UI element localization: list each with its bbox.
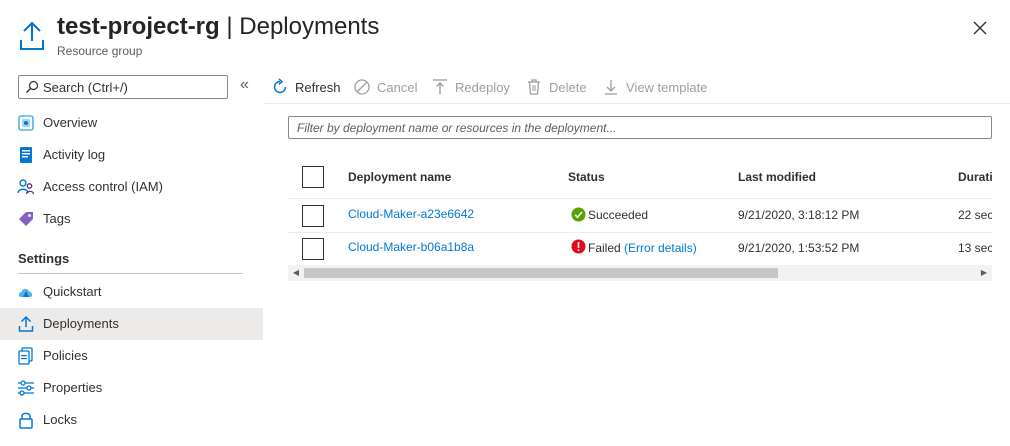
status-label: Failed xyxy=(588,241,621,255)
search-icon xyxy=(26,80,39,93)
redeploy-label: Redeploy xyxy=(455,80,510,95)
sidebar-item-quickstart[interactable]: Quickstart xyxy=(0,276,263,308)
view-template-label: View template xyxy=(626,80,708,95)
settings-heading: Settings xyxy=(18,251,70,266)
deployment-filter[interactable] xyxy=(288,116,992,139)
sidebar-item-policies[interactable]: Policies xyxy=(0,340,263,372)
row-checkbox[interactable] xyxy=(302,205,324,227)
row-checkbox[interactable] xyxy=(302,238,324,260)
duration-cell: 13 seconds xyxy=(958,241,992,255)
download-icon xyxy=(605,80,617,95)
deployment-name-link[interactable]: Cloud-Maker-b06a1b8a xyxy=(348,240,474,254)
close-icon[interactable] xyxy=(970,18,990,38)
column-header-last-modified[interactable]: Last modified xyxy=(738,170,816,184)
sidebar-item-properties[interactable]: Properties xyxy=(0,372,263,404)
sidebar-item-label: Policies xyxy=(43,348,88,363)
sidebar-item-label: Properties xyxy=(43,380,103,395)
error-icon xyxy=(571,239,586,254)
column-header-name[interactable]: Deployment name xyxy=(348,170,451,184)
redeploy-icon xyxy=(433,79,447,94)
header-divider xyxy=(288,198,992,199)
page-name: Deployments xyxy=(239,13,380,40)
status-text: Failed (Error details) xyxy=(588,241,697,255)
refresh-label: Refresh xyxy=(295,80,341,95)
upload-icon xyxy=(20,21,44,50)
blade-header: test-project-rg | Deployments Resource g… xyxy=(0,0,1010,66)
sliders-icon xyxy=(18,380,34,396)
refresh-button[interactable]: Refresh xyxy=(271,76,347,100)
resource-name: test-project-rg xyxy=(57,13,220,40)
duration-cell: 22 seconds xyxy=(958,208,992,222)
tag-icon xyxy=(19,212,33,226)
resource-menu: « Overview Activity log Access control (… xyxy=(0,66,263,446)
last-modified-cell: 9/21/2020, 1:53:52 PM xyxy=(738,241,860,255)
sidebar-item-label: Overview xyxy=(43,115,98,130)
sidebar-item-label: Tags xyxy=(43,211,71,226)
toolbar-divider xyxy=(263,103,1010,104)
page-subtitle: Resource group xyxy=(57,44,143,58)
command-bar: Refresh Cancel Redeploy Delete View temp… xyxy=(263,76,1010,100)
sidebar-item-label: Quickstart xyxy=(43,284,102,299)
deployment-name-link[interactable]: Cloud-Maker-a23e6642 xyxy=(348,207,474,221)
sidebar-item-access-control[interactable]: Access control (IAM) xyxy=(0,171,263,203)
last-modified-cell: 9/21/2020, 3:18:12 PM xyxy=(738,208,860,222)
status-text: Succeeded xyxy=(588,208,649,222)
sidebar-item-activity-log[interactable]: Activity log xyxy=(0,139,263,171)
sidebar-item-deployments[interactable]: Deployments xyxy=(0,308,263,340)
scroll-left-arrow[interactable]: ◀ xyxy=(288,265,304,281)
deployments-grid: Deployment name Status Last modified Dur… xyxy=(288,158,992,282)
select-all-checkbox[interactable] xyxy=(302,166,324,188)
scrollbar-thumb[interactable] xyxy=(304,268,778,278)
scroll-right-arrow[interactable]: ▶ xyxy=(976,265,992,281)
trash-icon xyxy=(528,79,540,95)
horizontal-scrollbar[interactable]: ◀ ▶ xyxy=(288,265,992,281)
cancel-button[interactable]: Cancel xyxy=(353,76,419,100)
sidebar-item-label: Activity log xyxy=(43,147,106,162)
activity-log-icon xyxy=(20,147,32,163)
delete-label: Delete xyxy=(549,80,587,95)
cancel-label: Cancel xyxy=(377,80,418,95)
error-details-link[interactable]: (Error details) xyxy=(624,241,697,255)
column-header-duration[interactable]: Duration xyxy=(958,170,992,184)
sidebar-item-tags[interactable]: Tags xyxy=(0,203,263,235)
sidebar-item-overview[interactable]: Overview xyxy=(0,107,263,139)
view-template-button[interactable]: View template xyxy=(602,76,712,100)
people-icon xyxy=(17,179,35,195)
cancel-icon xyxy=(354,79,370,95)
sidebar-item-locks[interactable]: Locks xyxy=(0,404,263,436)
cloud-icon xyxy=(18,288,33,297)
lock-icon xyxy=(19,412,33,429)
collapse-menu-button[interactable]: « xyxy=(240,76,256,96)
sidebar-item-label: Locks xyxy=(43,412,77,427)
refresh-icon xyxy=(273,78,287,94)
filter-input[interactable] xyxy=(297,120,977,136)
policy-icon xyxy=(18,347,33,365)
search-input[interactable] xyxy=(43,78,223,96)
redeploy-button[interactable]: Redeploy xyxy=(431,76,511,100)
page-title: test-project-rg | Deployments xyxy=(57,13,379,41)
row-divider xyxy=(288,232,992,233)
overview-icon xyxy=(18,115,34,131)
success-check-icon xyxy=(571,207,586,222)
column-header-status[interactable]: Status xyxy=(568,170,605,184)
upload-icon xyxy=(18,315,34,332)
title-separator: | xyxy=(219,13,240,40)
delete-button[interactable]: Delete xyxy=(525,76,589,100)
section-divider xyxy=(18,273,243,274)
sidebar-item-label: Access control (IAM) xyxy=(43,179,163,194)
sidebar-item-label: Deployments xyxy=(43,316,119,331)
menu-search[interactable] xyxy=(18,75,228,99)
